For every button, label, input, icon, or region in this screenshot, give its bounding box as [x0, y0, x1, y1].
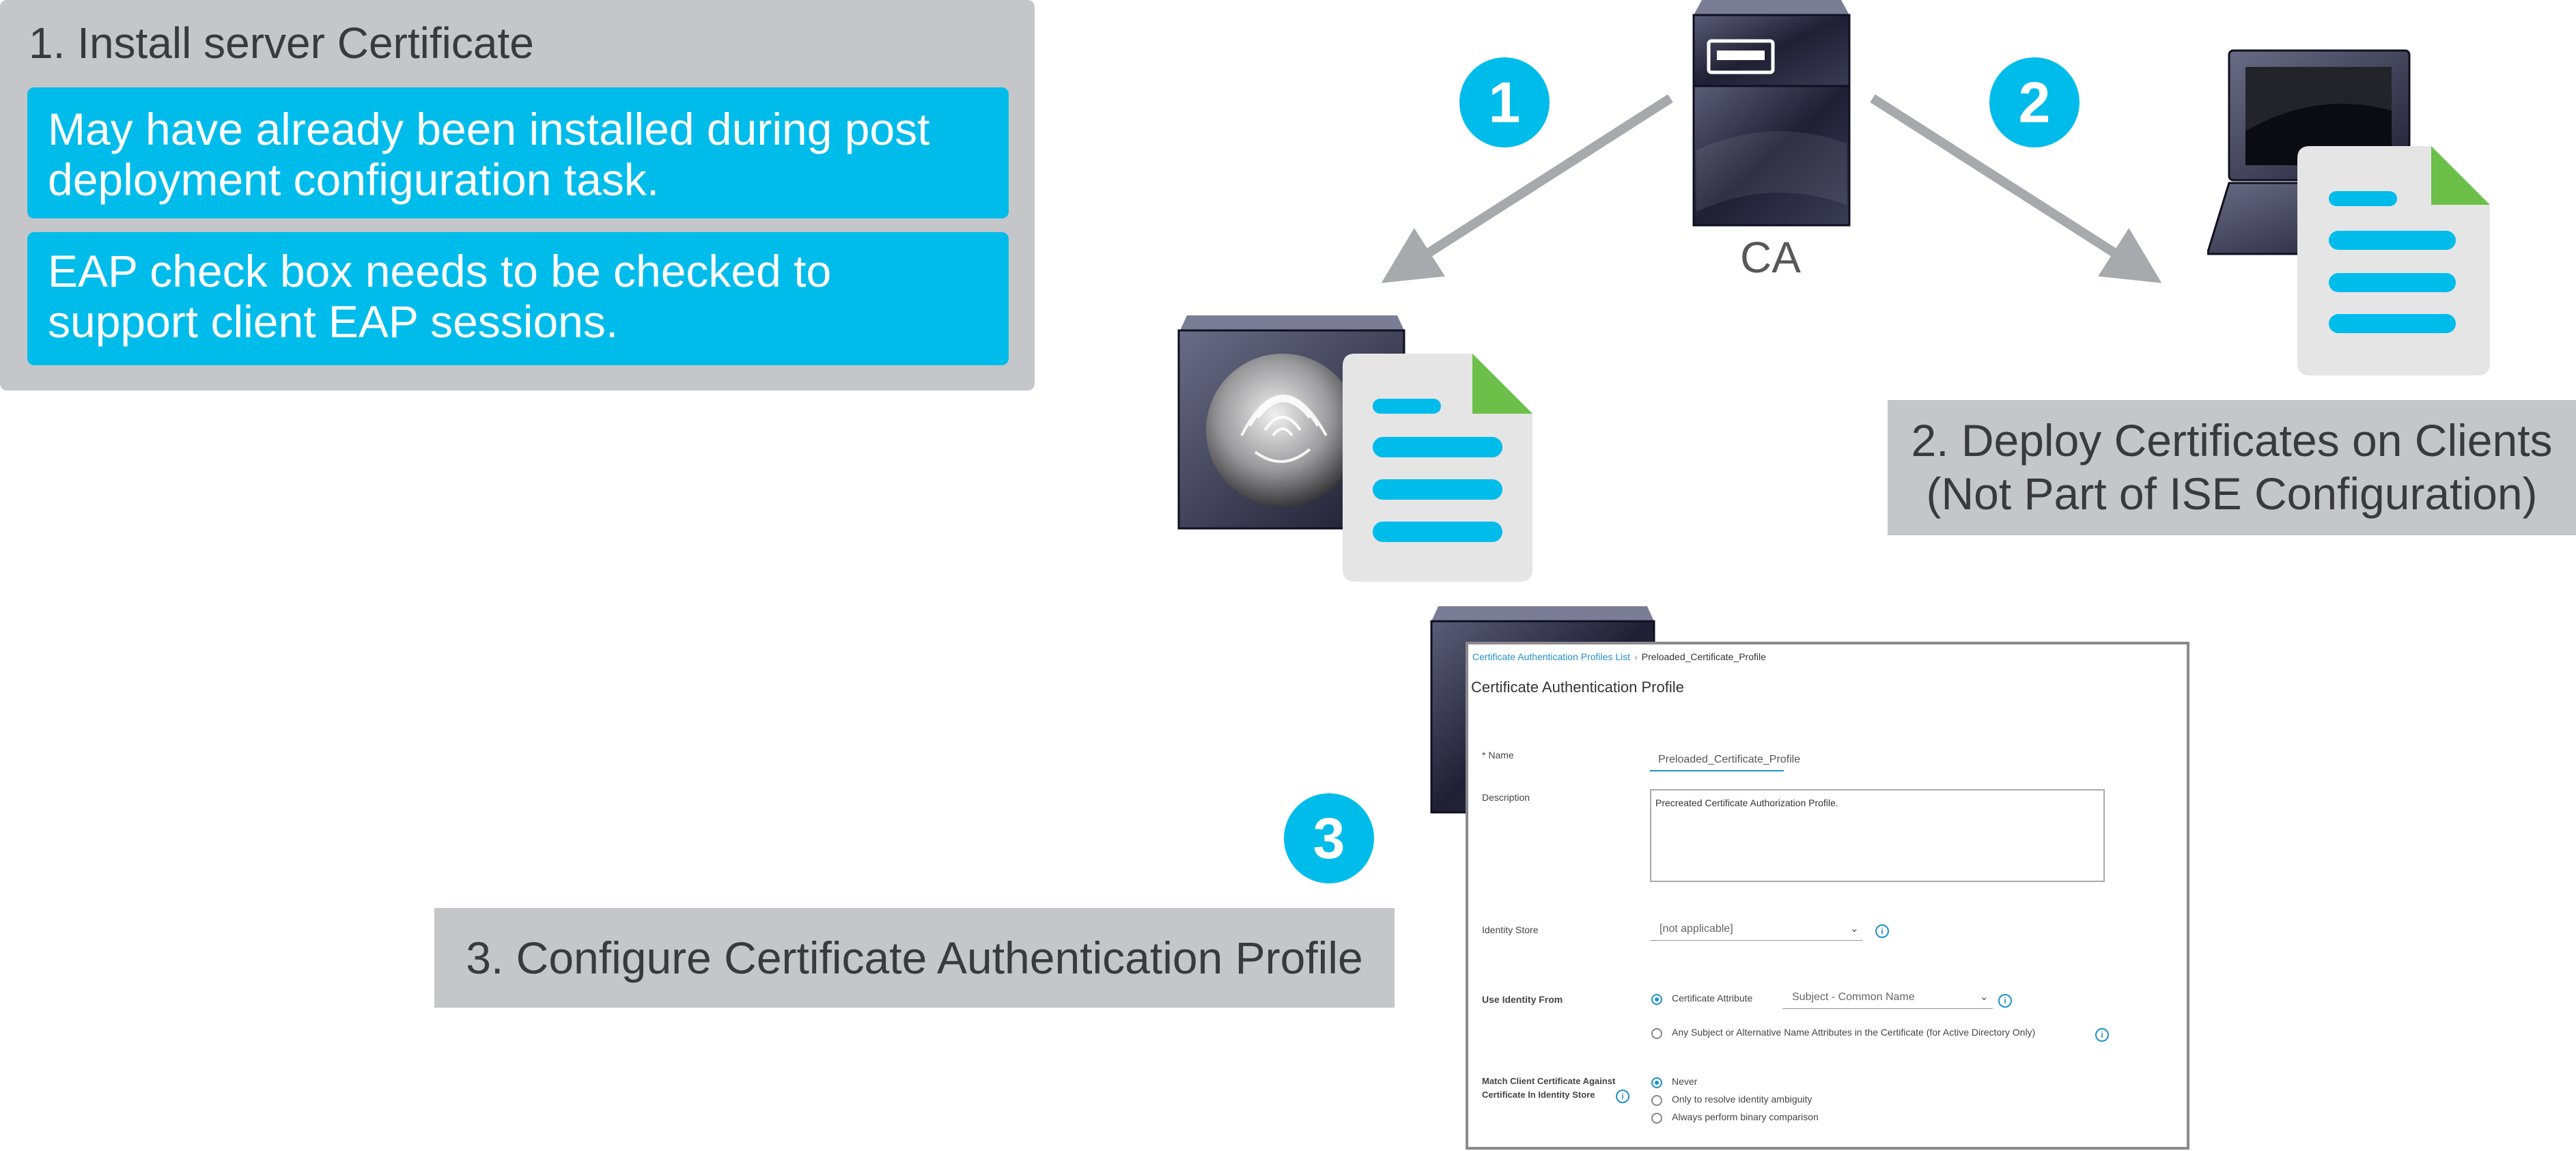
info-icon[interactable]: i	[1998, 994, 2012, 1008]
match-binary-radio[interactable]	[1651, 1113, 1662, 1124]
match-binary-option: Always perform binary comparison	[1672, 1111, 1819, 1122]
cert-attribute-option: Certificate Attribute	[1672, 993, 1753, 1004]
name-label: * Name	[1482, 750, 1514, 761]
match-never-radio[interactable]	[1651, 1077, 1662, 1088]
description-textarea[interactable]: Precreated Certificate Authorization Pro…	[1650, 789, 2105, 882]
chevron-down-icon: ⌄	[1979, 991, 1989, 1003]
ca-label: CA	[1740, 233, 1801, 282]
cert-attribute-select[interactable]: Subject - Common Name ⌄	[1782, 986, 1993, 1009]
info-icon[interactable]: i	[1875, 924, 1889, 938]
match-label-line2: Certificate In Identity Store	[1482, 1090, 1595, 1100]
step-marker-3: 3	[1284, 793, 1374, 883]
description-label: Description	[1482, 792, 1530, 803]
step-marker-1: 1	[1459, 57, 1550, 147]
step2-line2: (Not Part of ISE Configuration)	[1926, 468, 2538, 519]
match-ambiguity-option: Only to resolve identity ambiguity	[1672, 1094, 1812, 1105]
certificate-document-icon	[1343, 354, 1532, 582]
cert-attribute-value: Subject - Common Name	[1792, 991, 1915, 1003]
step3-label: 3. Configure Certificate Authentication …	[434, 908, 1395, 1008]
any-subject-radio[interactable]	[1651, 1028, 1662, 1039]
info-icon[interactable]: i	[1616, 1090, 1629, 1103]
step2-panel: 2. Deploy Certificates on Clients (Not P…	[1888, 400, 2576, 535]
match-ambiguity-radio[interactable]	[1651, 1095, 1662, 1106]
breadcrumb-current: Preloaded_Certificate_Profile	[1641, 651, 1766, 662]
identity-store-select[interactable]: [not applicable] ⌄	[1650, 918, 1863, 941]
step2-line1: 2. Deploy Certificates on Clients	[1911, 415, 2553, 466]
breadcrumb-link[interactable]: Certificate Authentication Profiles List	[1472, 651, 1630, 662]
use-identity-label: Use Identity From	[1482, 994, 1563, 1005]
match-never-option: Never	[1672, 1076, 1698, 1087]
certificate-document-icon	[2297, 146, 2490, 375]
identity-store-label: Identity Store	[1482, 924, 1539, 935]
cert-auth-profile-form: Certificate Authentication Profiles List…	[1466, 642, 2189, 1150]
step-marker-2: 2	[1989, 57, 2080, 147]
breadcrumb: Certificate Authentication Profiles List…	[1472, 651, 1766, 662]
cert-attribute-radio[interactable]	[1651, 994, 1662, 1005]
name-input[interactable]: Preloaded_Certificate_Profile	[1650, 748, 1800, 771]
server-icon	[1692, 0, 1851, 227]
page-title: Certificate Authentication Profile	[1471, 679, 1684, 696]
any-subject-option: Any Subject or Alternative Name Attribut…	[1672, 1027, 2036, 1038]
chevron-down-icon: ⌄	[1849, 923, 1859, 935]
match-label-line1: Match Client Certificate Against	[1482, 1076, 1616, 1086]
chevron-right-icon: ›	[1634, 651, 1638, 662]
info-icon[interactable]: i	[2095, 1028, 2109, 1042]
identity-store-value: [not applicable]	[1660, 923, 1733, 935]
